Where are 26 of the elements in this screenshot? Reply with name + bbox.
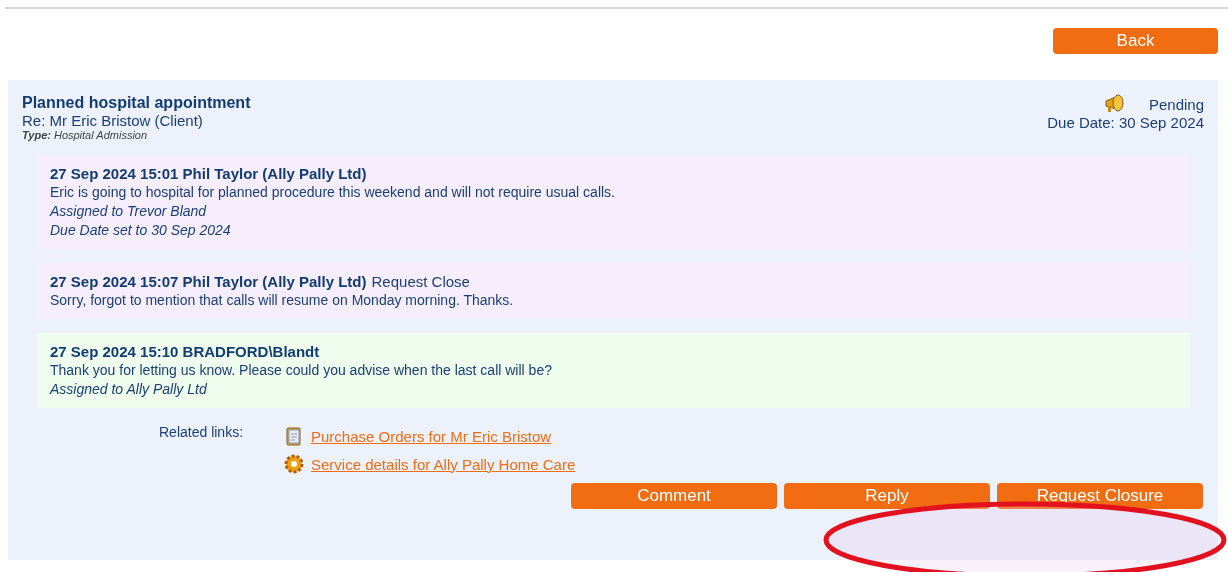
task-regarding: Re: Mr Eric Bristow (Client)	[22, 112, 204, 129]
megaphone-icon	[1102, 94, 1127, 114]
action-button[interactable]: Comment	[571, 483, 777, 509]
message-header: 27 Sep 2024 15:07 Phil Taylor (Ally Pally Ltd)	[50, 272, 367, 291]
back-button[interactable]: Back	[1053, 28, 1218, 54]
message-text: Thank you for letting us know. Please could you advise when the last call will be?	[50, 361, 553, 380]
action-button[interactable]: Request Closure	[997, 483, 1203, 509]
related-link[interactable]: Service details for Ally Pally Home Care	[311, 455, 576, 473]
type-label: Type:	[22, 129, 51, 141]
due-date: Due Date: 30 Sep 2024	[1047, 114, 1204, 131]
gear-icon	[284, 454, 304, 474]
message-note: Due Date set to 30 Sep 2024	[50, 221, 232, 240]
message-header: 27 Sep 2024 15:10 BRADFORD\Blandt	[50, 342, 320, 361]
clipboard-icon	[284, 426, 304, 446]
message-header: 27 Sep 2024 15:01 Phil Taylor (Ally Pally Ltd)	[50, 164, 367, 183]
message-text: Sorry, forgot to mention that calls will resume on Monday morning. Thanks.	[50, 291, 515, 310]
task-title: Planned hospital appointment	[22, 94, 251, 112]
action-button[interactable]: Reply	[784, 483, 990, 509]
message-text: Eric is going to hospital for planned procedure this weekend and will not require usual calls.	[50, 183, 616, 202]
related-links-label: Related links:	[159, 423, 245, 442]
message-note: Assigned to Ally Pally Ltd	[50, 380, 208, 399]
type-value: Hospital Admission	[53, 129, 148, 141]
status-text: Pending	[1148, 95, 1204, 113]
message-action: Request Close	[371, 272, 470, 291]
related-link[interactable]: Purchase Orders for Mr Eric Bristow	[311, 427, 552, 445]
message-note: Assigned to Trevor Bland	[50, 202, 208, 221]
